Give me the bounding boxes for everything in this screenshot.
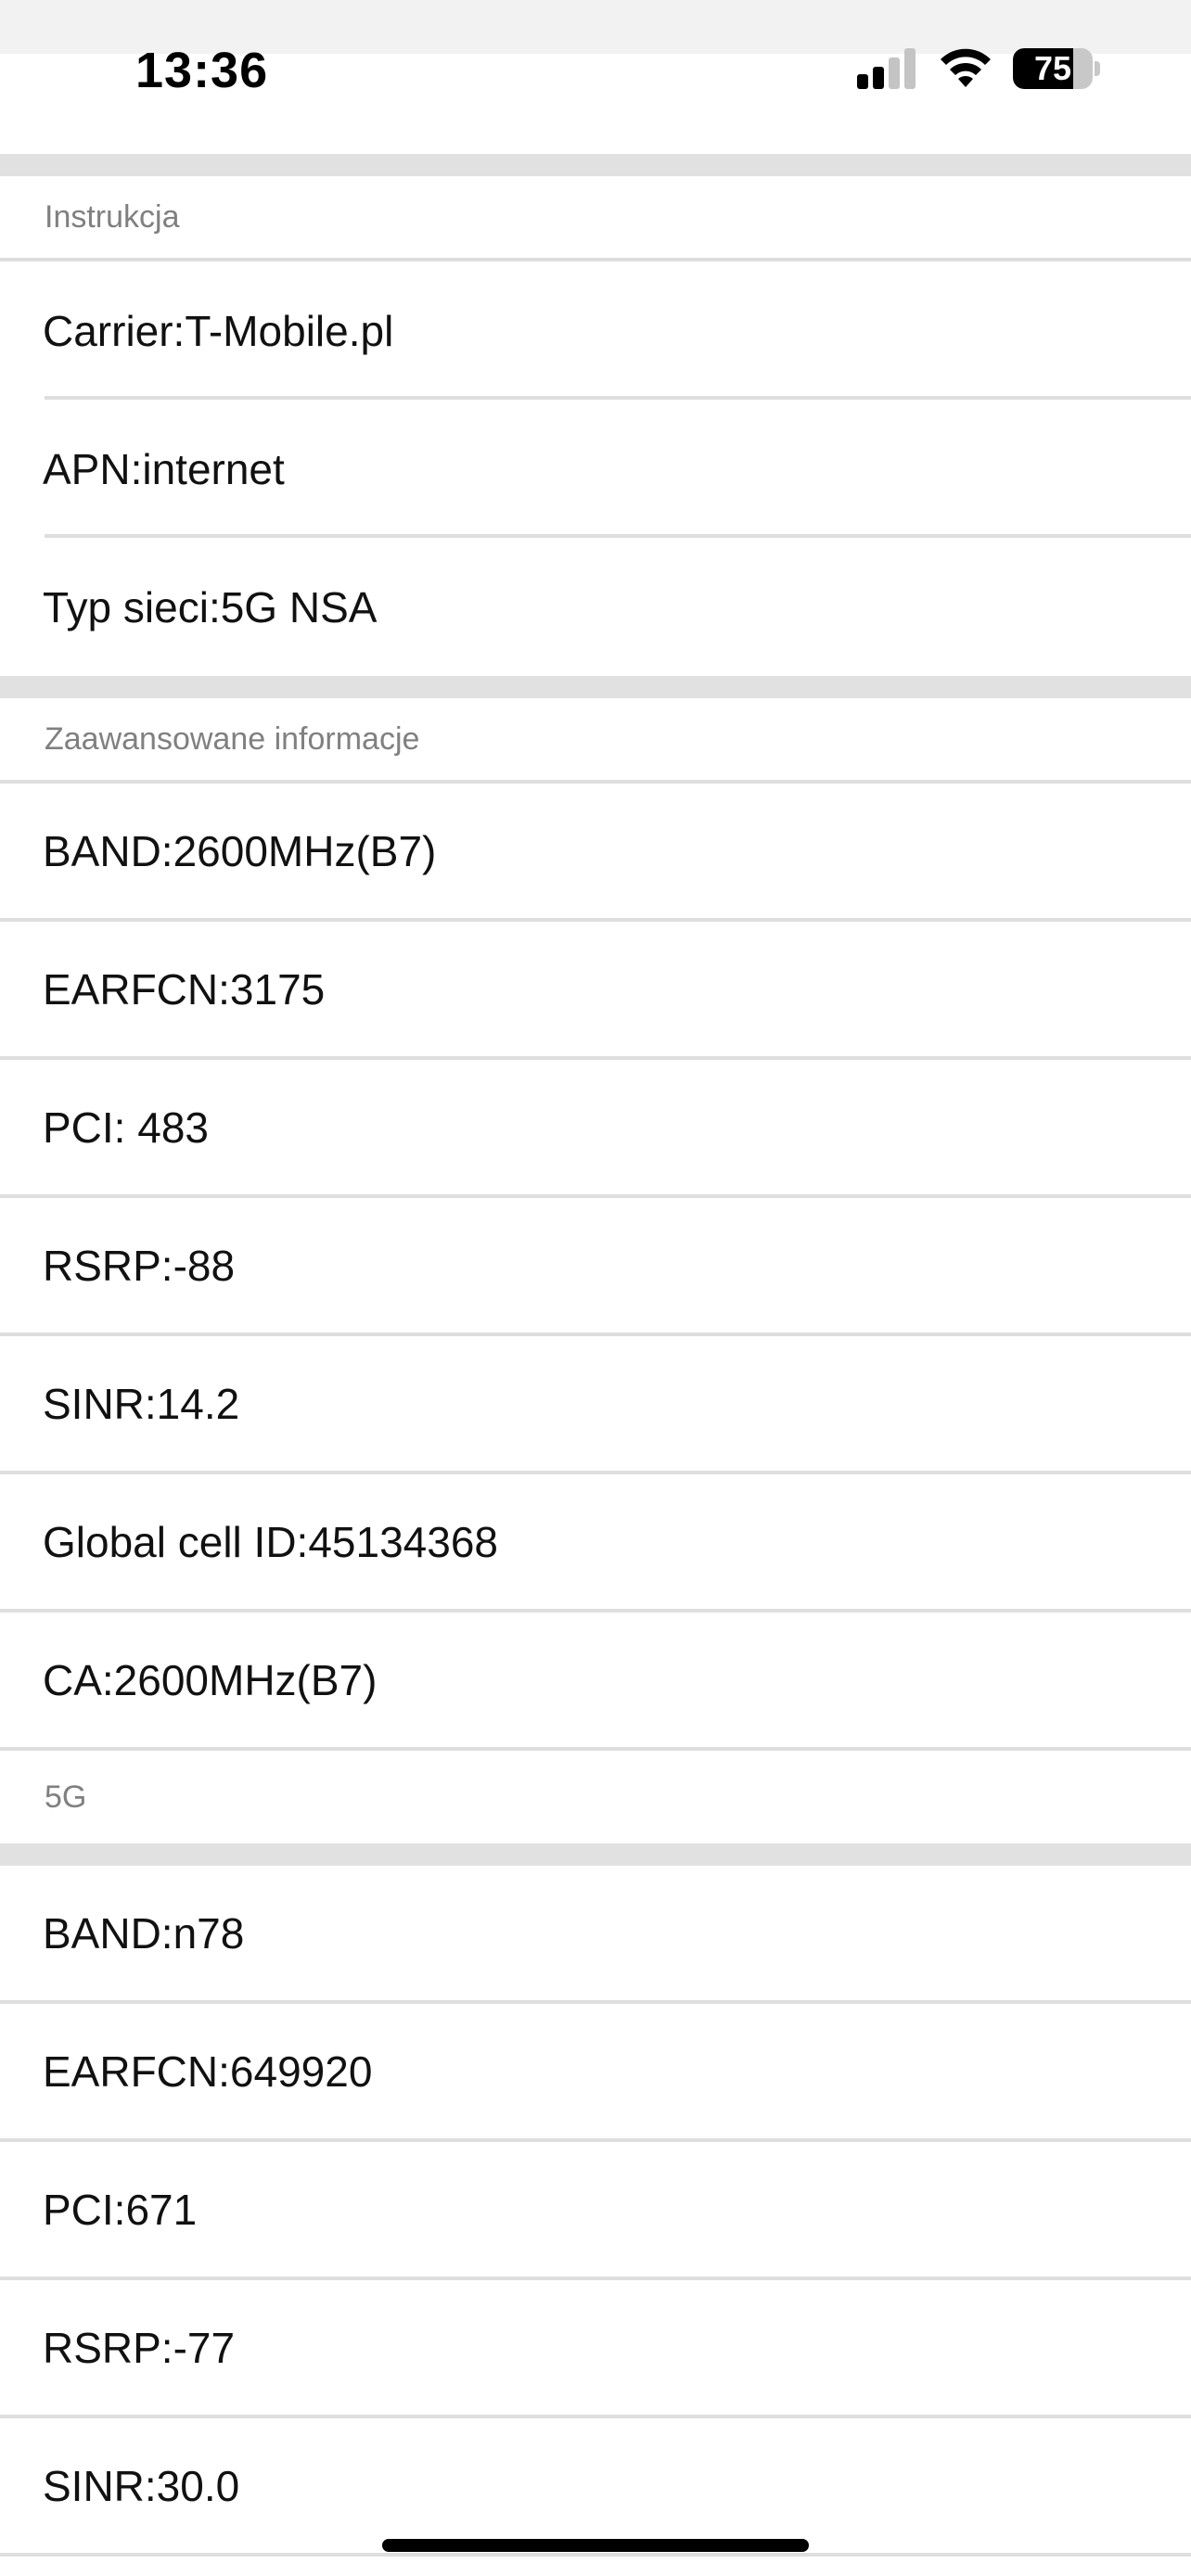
cellular-signal-icon	[857, 48, 916, 89]
section-separator	[0, 154, 1191, 176]
section-separator	[0, 1843, 1191, 1866]
row-5g-earfcn[interactable]: EARFCN:649920	[0, 2004, 1191, 2142]
row-ca[interactable]: CA:2600MHz(B7)	[0, 1613, 1191, 1751]
row-network-type[interactable]: Typ sieci:5G NSA	[0, 538, 1191, 676]
row-5g-pci[interactable]: PCI:671	[0, 2142, 1191, 2280]
row-band[interactable]: BAND:2600MHz(B7)	[0, 784, 1191, 922]
row-global-cell-id[interactable]: Global cell ID:45134368	[0, 1474, 1191, 1613]
row-carrier[interactable]: Carrier:T-Mobile.pl	[0, 261, 1191, 400]
row-apn[interactable]: APN:internet	[0, 400, 1191, 538]
row-pci[interactable]: PCI: 483	[0, 1060, 1191, 1198]
wifi-icon	[941, 48, 991, 87]
section-header-advanced: Zaawansowane informacje	[0, 698, 1191, 784]
home-indicator[interactable]	[382, 2539, 809, 2552]
row-earfcn[interactable]: EARFCN:3175	[0, 922, 1191, 1060]
row-rsrp[interactable]: RSRP:-88	[0, 1198, 1191, 1336]
section-header-instructions: Instrukcja	[0, 176, 1191, 261]
settings-list: Instrukcja Carrier:T-Mobile.pl APN:inter…	[0, 154, 1191, 2557]
battery-icon: 75	[1013, 48, 1102, 91]
section-header-5g: 5G	[45, 1779, 87, 1815]
battery-level-text: 75	[1033, 49, 1072, 87]
row-5g-sinr[interactable]: SINR:30.0	[0, 2418, 1191, 2557]
status-time: 13:36	[135, 43, 269, 98]
row-5g-band[interactable]: BAND:n78	[0, 1866, 1191, 2004]
section-separator	[0, 676, 1191, 698]
row-sinr[interactable]: SINR:14.2	[0, 1336, 1191, 1474]
row-5g-rsrp[interactable]: RSRP:-77	[0, 2280, 1191, 2418]
